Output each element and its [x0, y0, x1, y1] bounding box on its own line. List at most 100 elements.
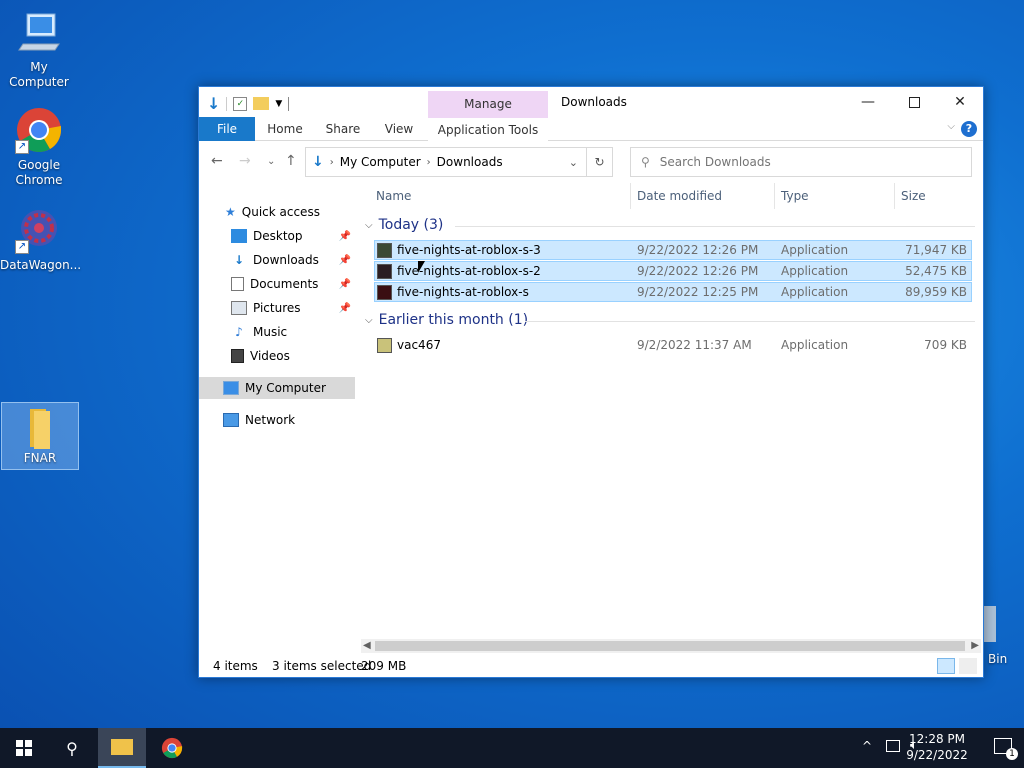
- forward-arrow-icon[interactable]: →: [239, 153, 251, 169]
- mouse-cursor-icon: [418, 261, 425, 273]
- windows-logo-icon: [16, 740, 32, 756]
- nav-quick-access[interactable]: ★ Quick access: [225, 201, 320, 223]
- desktop-icon-fnar-folder[interactable]: FNAR: [1, 402, 79, 470]
- nav-item-my-computer[interactable]: My Computer: [199, 377, 355, 399]
- network-icon: [223, 413, 239, 427]
- file-date: 9/22/2022 12:26 PM: [637, 243, 759, 257]
- properties-icon[interactable]: ✓: [233, 96, 248, 111]
- clock-time: 12:28 PM: [909, 732, 965, 746]
- search-button[interactable]: ⚲: [48, 728, 96, 768]
- file-name: five-nights-at-roblox-s: [397, 285, 529, 299]
- shortcut-arrow-icon: ↗: [15, 240, 29, 254]
- search-input[interactable]: [659, 155, 940, 169]
- large-icons-view-icon[interactable]: [959, 658, 977, 674]
- file-row[interactable]: five-nights-at-roblox-s-3 9/22/2022 12:2…: [374, 240, 972, 260]
- download-arrow-icon[interactable]: ↓: [207, 94, 220, 113]
- refresh-icon[interactable]: ↻: [587, 147, 613, 177]
- chrome-icon: [161, 737, 183, 759]
- address-dropdown-icon[interactable]: ⌄: [569, 156, 578, 169]
- back-arrow-icon[interactable]: ←: [211, 153, 223, 169]
- tab-file[interactable]: File: [199, 117, 255, 141]
- search-box[interactable]: ⚲: [630, 147, 972, 177]
- nav-item-videos[interactable]: Videos: [231, 345, 290, 367]
- nav-label: Pictures: [253, 301, 301, 315]
- file-date: 9/22/2022 12:25 PM: [637, 285, 759, 299]
- nav-item-documents[interactable]: Documents 📌: [231, 273, 351, 295]
- new-folder-icon[interactable]: [253, 97, 270, 110]
- network-icon[interactable]: [886, 740, 900, 752]
- horizontal-scrollbar[interactable]: ◀ ▶: [361, 639, 981, 653]
- recent-chevron-icon[interactable]: ⌄: [267, 156, 275, 167]
- tab-home[interactable]: Home: [261, 117, 309, 141]
- desktop-icon-google-chrome[interactable]: ↗ Google Chrome: [0, 106, 78, 188]
- file-type: Application: [781, 338, 849, 352]
- scrollbar-thumb[interactable]: [375, 641, 965, 651]
- nav-label: Downloads: [253, 253, 319, 267]
- desktop-icon-datawagon[interactable]: ↗ DataWagon...: [0, 206, 81, 273]
- file-row[interactable]: five-nights-at-roblox-s-2 9/22/2022 12:2…: [374, 261, 972, 281]
- ribbon: File Home Share View Application Tools ⌵…: [199, 117, 983, 141]
- explorer-window[interactable]: ↓ ✓ ▼ Manage Downloads — ✕ File Home Sha…: [198, 86, 984, 678]
- group-label: Today (3): [378, 217, 444, 233]
- details-view-icon[interactable]: [937, 658, 955, 674]
- scroll-left-icon[interactable]: ◀: [363, 639, 371, 653]
- scroll-right-icon[interactable]: ▶: [971, 639, 979, 653]
- breadcrumb-separator-icon: ›: [329, 156, 334, 168]
- column-header-size[interactable]: Size: [901, 183, 926, 209]
- file-row[interactable]: vac467 9/2/2022 11:37 AM Application 709…: [374, 335, 972, 355]
- manage-tab[interactable]: Manage: [428, 91, 548, 117]
- tab-application-tools[interactable]: Application Tools: [428, 117, 548, 141]
- file-size: 89,959 KB: [905, 285, 967, 299]
- nav-item-pictures[interactable]: Pictures 📌: [231, 297, 351, 319]
- column-header-name[interactable]: Name: [376, 183, 411, 209]
- help-icon[interactable]: ?: [961, 121, 977, 137]
- file-list: Name Date modified Type Size ⌵ Today (3)…: [359, 183, 983, 643]
- system-tray: ^ 🔈︎ 12:28 PM 9/22/2022 1: [824, 728, 1024, 768]
- star-icon: ★: [225, 205, 236, 219]
- taskbar-file-explorer[interactable]: [98, 728, 146, 768]
- maximize-icon[interactable]: [891, 87, 937, 117]
- pin-icon: 📌: [338, 254, 351, 266]
- documents-icon: [231, 277, 244, 291]
- group-header-today[interactable]: ⌵ Today (3): [365, 217, 975, 233]
- taskbar: ⚲ ^ 🔈︎ 12:28 PM 9/22/2022 1: [0, 728, 1024, 768]
- computer-icon: [15, 8, 63, 56]
- group-header-earlier[interactable]: ⌵ Earlier this month (1): [365, 312, 975, 328]
- nav-item-downloads[interactable]: ↓ Downloads 📌: [231, 249, 351, 271]
- search-icon: ⚲: [66, 738, 78, 758]
- breadcrumb-downloads[interactable]: Downloads: [437, 155, 503, 169]
- nav-item-desktop[interactable]: Desktop 📌: [231, 225, 351, 247]
- up-arrow-icon[interactable]: ↑: [285, 153, 297, 169]
- downloads-icon: ↓: [233, 253, 245, 267]
- breadcrumb-my-computer[interactable]: My Computer: [340, 155, 421, 169]
- minimize-icon[interactable]: —: [845, 87, 891, 117]
- desktop-icon-my-computer[interactable]: My Computer: [0, 8, 78, 90]
- column-header-date[interactable]: Date modified: [637, 183, 722, 209]
- pin-icon: 📌: [338, 302, 351, 314]
- folder-icon: [111, 739, 133, 755]
- customize-qa-icon[interactable]: ▼: [275, 99, 282, 109]
- nav-label: Quick access: [241, 205, 320, 219]
- chevron-down-icon[interactable]: ⌵: [947, 121, 955, 132]
- pin-icon: 📌: [338, 230, 351, 242]
- title-bar[interactable]: ↓ ✓ ▼ Manage Downloads — ✕: [199, 87, 983, 117]
- nav-item-network[interactable]: Network: [223, 409, 295, 431]
- tab-view[interactable]: View: [375, 117, 423, 141]
- tab-share[interactable]: Share: [319, 117, 367, 141]
- status-bar: 4 items 3 items selected 209 MB: [199, 655, 983, 677]
- clock[interactable]: 12:28 PM 9/22/2022: [902, 731, 972, 763]
- close-icon[interactable]: ✕: [937, 87, 983, 117]
- pin-icon: 📌: [338, 278, 351, 290]
- nav-label: Music: [253, 325, 288, 339]
- file-row[interactable]: five-nights-at-roblox-s 9/22/2022 12:25 …: [374, 282, 972, 302]
- start-button[interactable]: [0, 728, 48, 768]
- chrome-icon: ↗: [15, 106, 63, 154]
- chevron-up-icon[interactable]: ^: [862, 739, 872, 753]
- address-bar[interactable]: ↓ › My Computer › Downloads ⌄: [305, 147, 587, 177]
- gear-icon: ↗: [15, 206, 63, 254]
- nav-label: Videos: [250, 349, 290, 363]
- nav-item-music[interactable]: ♪ Music: [231, 321, 287, 343]
- column-header-type[interactable]: Type: [781, 183, 809, 209]
- taskbar-chrome[interactable]: [148, 728, 196, 768]
- window-title: Downloads: [561, 95, 627, 109]
